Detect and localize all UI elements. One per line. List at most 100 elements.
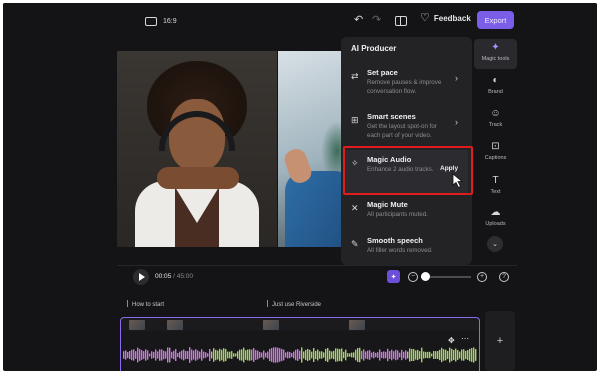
waveform-bar <box>157 351 159 359</box>
waveform-bar <box>429 351 431 359</box>
export-button[interactable]: Export <box>477 11 514 29</box>
layout-toggle-icon[interactable] <box>395 16 407 26</box>
magic-clip-button[interactable]: ✦ <box>387 270 400 283</box>
undo-icon[interactable]: ↶ <box>354 13 363 26</box>
rail-item-uploads[interactable]: ☁ Uploads <box>474 204 517 234</box>
waveform-bar <box>163 350 165 360</box>
waveform-bar <box>331 351 333 359</box>
waveform-bar <box>277 347 279 363</box>
waveform-bar <box>445 349 447 361</box>
more-options-icon[interactable]: ⋯ <box>461 334 469 343</box>
person-icon: ☺ <box>490 108 501 119</box>
captions-icon: ⊡ <box>491 141 500 152</box>
smooth-speech-icon: ✎ <box>351 239 359 249</box>
waveform-bar <box>433 351 435 359</box>
waveform-bar <box>373 351 375 359</box>
video-preview[interactable] <box>117 51 353 247</box>
timeline-marker[interactable]: How to start <box>127 300 164 308</box>
smooth-speech-item[interactable]: ✎ Smooth speech All filler words removed… <box>345 231 468 275</box>
waveform-bar <box>285 352 287 358</box>
text-icon: T <box>492 175 499 186</box>
waveform-bar <box>245 350 247 360</box>
waveform-bar <box>407 351 409 359</box>
magic-wand-icon: ✦ <box>491 42 500 53</box>
help-icon[interactable]: ? <box>499 272 509 282</box>
play-button[interactable] <box>133 269 149 285</box>
waveform-bar <box>463 349 465 361</box>
waveform-bar <box>301 347 303 363</box>
waveform-bar <box>151 351 153 359</box>
waveform-bar <box>261 352 263 358</box>
palette-icon: ◐ <box>492 75 499 86</box>
apply-button[interactable]: Apply <box>440 165 458 172</box>
set-pace-item[interactable]: ⇄ Set pace Remove pauses & improve conve… <box>345 63 468 107</box>
rail-item-magic-tools[interactable]: ✦ Magic tools <box>474 39 517 69</box>
waveform-bar <box>249 349 251 361</box>
waveform-bar <box>441 347 443 363</box>
waveform-bar <box>253 348 255 362</box>
waveform-bar <box>303 351 305 359</box>
waveform-bar <box>435 351 437 359</box>
waveform-bar <box>371 352 373 358</box>
waveform-bar <box>471 348 473 362</box>
chevron-down-icon[interactable]: ⌄ <box>487 236 503 252</box>
waveform-bar <box>369 350 371 360</box>
zoom-out-icon[interactable]: − <box>408 272 418 282</box>
rail-item-track[interactable]: ☺ Track <box>474 105 517 135</box>
waveform-bar <box>207 353 209 357</box>
waveform-bar <box>469 348 471 362</box>
set-pace-icon: ⇄ <box>351 71 359 81</box>
waveform-bar <box>327 348 329 362</box>
waveform-bar <box>133 349 135 361</box>
video-track[interactable] <box>120 317 480 371</box>
waveform-bar <box>263 350 265 360</box>
aspect-ratio-button[interactable]: 16:9 <box>145 12 177 30</box>
waveform-bar <box>325 348 327 362</box>
smart-scenes-item[interactable]: ⊞ Smart scenes Get the layout spot-on fo… <box>345 107 468 151</box>
waveform-bar <box>291 352 293 358</box>
right-toolbar: ✦ Magic tools ◐ Brand ☺ Track ⊡ Captions… <box>474 37 517 261</box>
waveform-bar <box>425 351 427 359</box>
waveform-bar <box>357 348 359 362</box>
waveform-bar <box>431 353 433 357</box>
rail-item-text[interactable]: T Text <box>474 172 517 202</box>
zoom-in-icon[interactable]: + <box>477 272 487 282</box>
rail-item-brand[interactable]: ◐ Brand <box>474 72 517 102</box>
waveform-bar <box>443 349 445 361</box>
waveform-bar <box>195 349 197 361</box>
waveform-bar <box>127 351 129 359</box>
waveform-bar <box>223 348 225 362</box>
waveform-bar <box>353 352 355 358</box>
waveform-bar <box>269 348 271 362</box>
waveform-bar <box>379 349 381 361</box>
timeline-marker[interactable]: Just use Riverside <box>267 300 321 308</box>
move-icon[interactable]: ✥ <box>448 336 455 345</box>
add-track-button[interactable]: + <box>485 311 515 371</box>
waveform-bar <box>367 350 369 360</box>
zoom-slider-handle[interactable] <box>421 272 430 281</box>
waveform-bar <box>361 350 363 360</box>
redo-icon[interactable]: ↷ <box>372 13 381 26</box>
time-display: 00:05 / 45:00 <box>155 273 193 280</box>
clip-thumbnail <box>263 320 279 330</box>
waveform-bar <box>129 350 131 360</box>
panel-title: AI Producer <box>351 44 397 53</box>
waveform-bar <box>281 348 283 362</box>
mouse-cursor-icon <box>452 173 464 189</box>
feedback-button[interactable]: ♡ Feedback <box>420 13 471 24</box>
waveform-bar <box>173 350 175 360</box>
rail-item-captions[interactable]: ⊡ Captions <box>474 138 517 168</box>
waveform-bar <box>393 351 395 359</box>
clip-thumbnail <box>167 320 183 330</box>
waveform-bar <box>271 348 273 362</box>
waveform-bar <box>381 351 383 359</box>
waveform-bar <box>169 347 171 363</box>
waveform-bar <box>307 348 309 362</box>
waveform-bar <box>181 350 183 360</box>
waveform-bar <box>139 349 141 361</box>
waveform-bar <box>411 348 413 362</box>
waveform-bar <box>399 352 401 358</box>
waveform-bar <box>297 349 299 361</box>
waveform-bar <box>413 348 415 362</box>
waveform-bar <box>421 347 423 363</box>
